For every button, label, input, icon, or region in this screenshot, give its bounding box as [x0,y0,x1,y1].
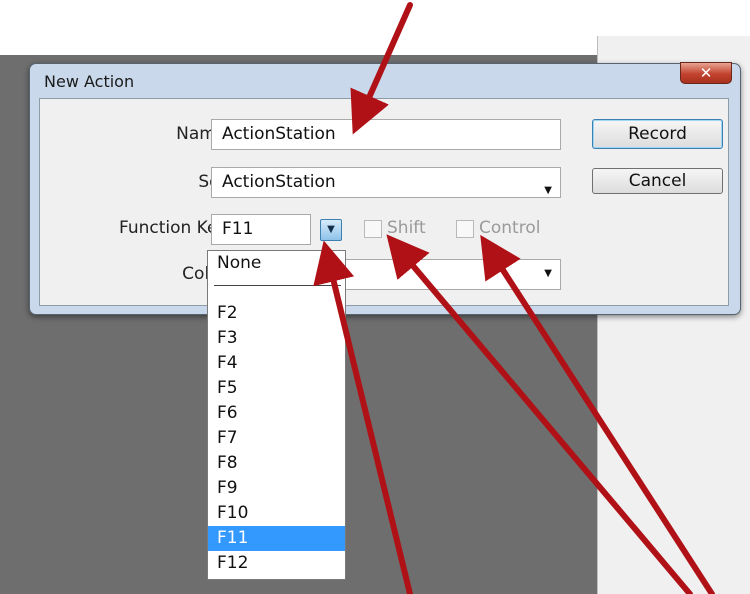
arrow-to-control-checkbox [480,234,715,594]
annotation-arrows [313,2,715,594]
arrow-to-name-field [350,2,413,135]
arrow-to-function-key [313,240,413,594]
arrow-to-shift-checkbox [386,234,693,594]
